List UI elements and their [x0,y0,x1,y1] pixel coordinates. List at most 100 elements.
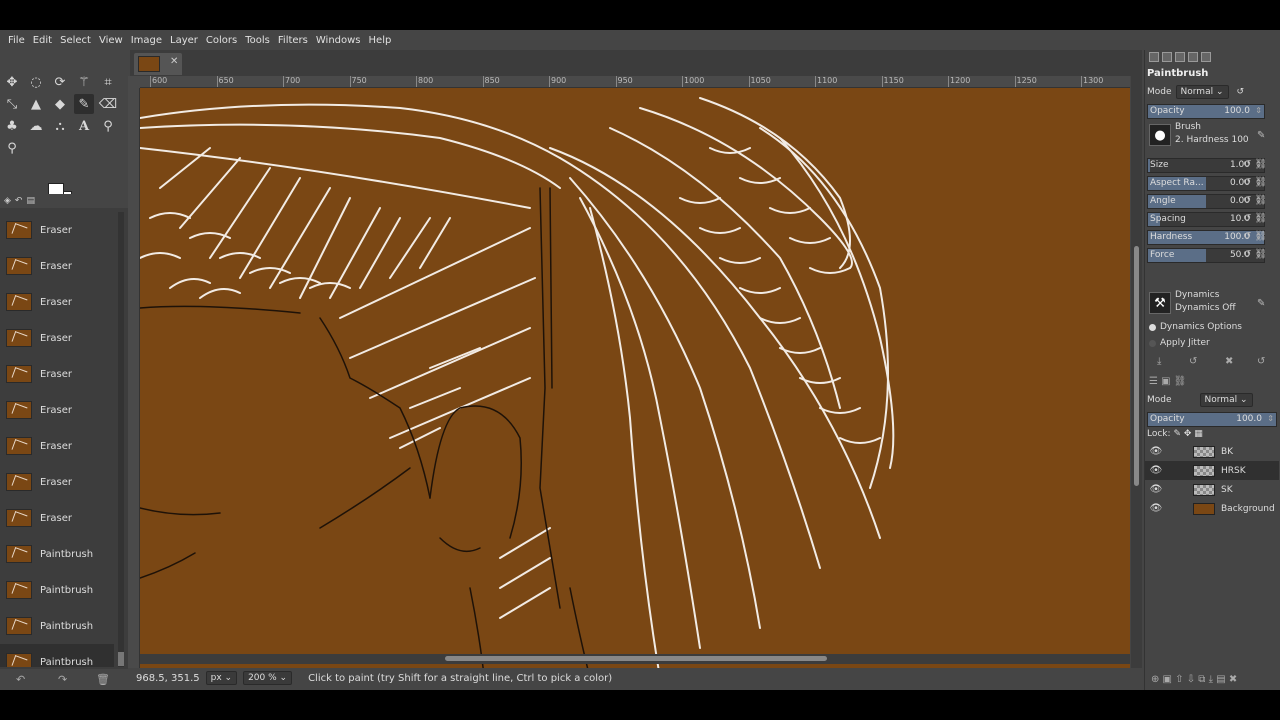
visibility-eye-icon[interactable]: 👁 [1145,484,1167,495]
layer-row[interactable]: 👁 BK [1145,442,1279,461]
restore-options-icon[interactable]: ↺ [1189,356,1197,367]
edit-dynamics-icon[interactable]: ✎ [1257,298,1265,309]
param-reset-icon[interactable]: ↺ ⛓ [1243,159,1267,170]
color-picker-icon[interactable]: ⚲ [98,116,118,136]
fuzzy-select-icon[interactable]: ⚚ [74,72,94,92]
lock-alpha-icon[interactable]: ▦ [1194,429,1203,439]
lock-position-icon[interactable]: ✥ [1184,429,1192,439]
menu-bar: File Edit Select View Image Layer Colors Tools F… [0,30,1280,50]
bucket-fill-icon[interactable]: ◆ [50,94,70,114]
history-item[interactable]: Eraser [0,320,114,356]
visibility-eye-icon[interactable]: 👁 [1145,465,1167,476]
menu-file[interactable]: File [4,35,29,46]
eraser-tool-icon[interactable]: ⌫ [98,94,118,114]
layer-mode-select[interactable]: Normal ⌄ [1199,393,1253,407]
close-tab-icon[interactable]: ✕ [170,56,178,67]
dynamics-options-expander[interactable]: Dynamics Options [1149,322,1242,332]
param-reset-icon[interactable]: ↺ ⛓ [1243,195,1267,206]
ruler-tick [482,76,484,87]
history-item[interactable]: Paintbrush [0,608,114,644]
menu-edit[interactable]: Edit [29,35,56,46]
clone-tool-icon[interactable]: ♣ [2,116,22,136]
image-canvas[interactable] [140,88,1130,684]
history-item[interactable]: Eraser [0,356,114,392]
reset-options-icon[interactable]: ↺ [1257,356,1265,367]
layers-tab-icon[interactable]: ◈ [4,196,11,206]
menu-windows[interactable]: Windows [312,35,365,46]
menu-layer[interactable]: Layer [166,35,202,46]
history-item[interactable]: Eraser [0,392,114,428]
history-item[interactable]: Eraser [0,428,114,464]
menu-image[interactable]: Image [127,35,166,46]
clear-history-icon[interactable]: 🗑 [96,673,110,686]
horizontal-scroll-knob[interactable] [445,656,827,661]
move-tool-icon[interactable]: ✥ [2,72,22,92]
patterns-tab-icon[interactable] [1188,52,1198,62]
menu-tools[interactable]: Tools [241,35,274,46]
warp-tool-icon[interactable]: ▲ [26,94,46,114]
menu-view[interactable]: View [95,35,127,46]
device-status-tab-icon[interactable] [1162,52,1172,62]
history-tab-icon[interactable]: ▤ [26,196,35,206]
menu-help[interactable]: Help [365,35,396,46]
layer-actions-icons[interactable]: ⊕ ▣ ⇧ ⇩ ⧉ ⤓ ▤ ✖ [1151,674,1237,685]
delete-options-icon[interactable]: ✖ [1225,356,1233,367]
history-scrollbar[interactable] [118,212,124,667]
menu-select[interactable]: Select [56,35,95,46]
transform-tool-icon[interactable]: ⤡ [2,94,22,114]
history-thumbnail [6,365,32,383]
ruler-tick [1081,76,1082,87]
zoom-select[interactable]: 200 % ⌄ [243,671,293,685]
text-tool-icon[interactable]: A [74,116,94,136]
dynamics-preview-icon[interactable]: ⚒ [1149,292,1171,314]
history-item[interactable]: Paintbrush [0,536,114,572]
edit-brush-icon[interactable]: ✎ [1257,130,1265,141]
opacity-slider[interactable]: Opacity 100.0 ⇕ [1147,104,1265,119]
redo-button-icon[interactable]: ↷ [58,673,67,686]
paintbrush-tool-icon[interactable]: ✎ [74,94,94,114]
history-item[interactable]: Eraser [0,284,114,320]
param-reset-icon[interactable]: ↺ ⛓ [1243,231,1267,242]
tool-options-tab-icon[interactable] [1149,52,1159,62]
mode-select[interactable]: Normal ⌄ [1175,85,1229,99]
free-select-icon[interactable]: ⟳ [50,72,70,92]
smudge-tool-icon[interactable]: ☁ [26,116,46,136]
brush-preview-icon[interactable]: ● [1149,124,1171,146]
layer-row[interactable]: 👁 SK [1145,480,1279,499]
visibility-eye-icon[interactable]: 👁 [1145,503,1167,514]
history-item[interactable]: Paintbrush [0,644,114,667]
vertical-scrollbar[interactable] [1131,76,1142,684]
param-reset-icon[interactable]: ↺ ⛓ [1243,249,1267,260]
layer-row[interactable]: 👁 HRSK [1145,461,1279,480]
reset-mode-icon[interactable]: ↺ [1237,87,1245,97]
history-item[interactable]: Eraser [0,500,114,536]
zoom-tool-icon[interactable]: ⚲ [2,138,22,158]
history-item[interactable]: Eraser [0,212,114,248]
layer-row[interactable]: 👁 Background [1145,499,1279,518]
undo-tab-icon[interactable]: ↶ [15,196,23,206]
unit-select[interactable]: px ⌄ [205,671,238,685]
undo-button-icon[interactable]: ↶ [16,673,25,686]
layers-tab-icons[interactable]: ☰ ▣ ⛓ [1149,376,1186,387]
horizontal-scrollbar[interactable] [140,654,1130,664]
lock-pixels-icon[interactable]: ✎ [1173,429,1181,439]
visibility-eye-icon[interactable]: 👁 [1145,446,1167,457]
save-options-icon[interactable]: ⤓ [1157,356,1161,367]
menu-colors[interactable]: Colors [202,35,241,46]
fonts-tab-icon[interactable] [1201,52,1211,62]
vertical-scroll-knob[interactable] [1134,246,1139,486]
apply-jitter-checkbox[interactable]: Apply Jitter [1149,338,1210,348]
param-reset-icon[interactable]: ↺ ⛓ [1243,177,1267,188]
history-item[interactable]: Eraser [0,464,114,500]
layer-opacity-slider[interactable]: Opacity 100.0 ⇕ [1147,412,1277,427]
history-item[interactable]: Paintbrush [0,572,114,608]
crop-tool-icon[interactable]: ⌗ [98,72,118,92]
top-letterbox [0,0,1280,30]
ellipse-select-icon[interactable]: ◌ [26,72,46,92]
param-reset-icon[interactable]: ↺ ⛓ [1243,213,1267,224]
brushes-tab-icon[interactable] [1175,52,1185,62]
menu-filters[interactable]: Filters [274,35,312,46]
paths-tool-icon[interactable]: ⛬ [50,116,70,136]
history-item[interactable]: Eraser [0,248,114,284]
image-tab[interactable]: ✕ [134,53,182,75]
